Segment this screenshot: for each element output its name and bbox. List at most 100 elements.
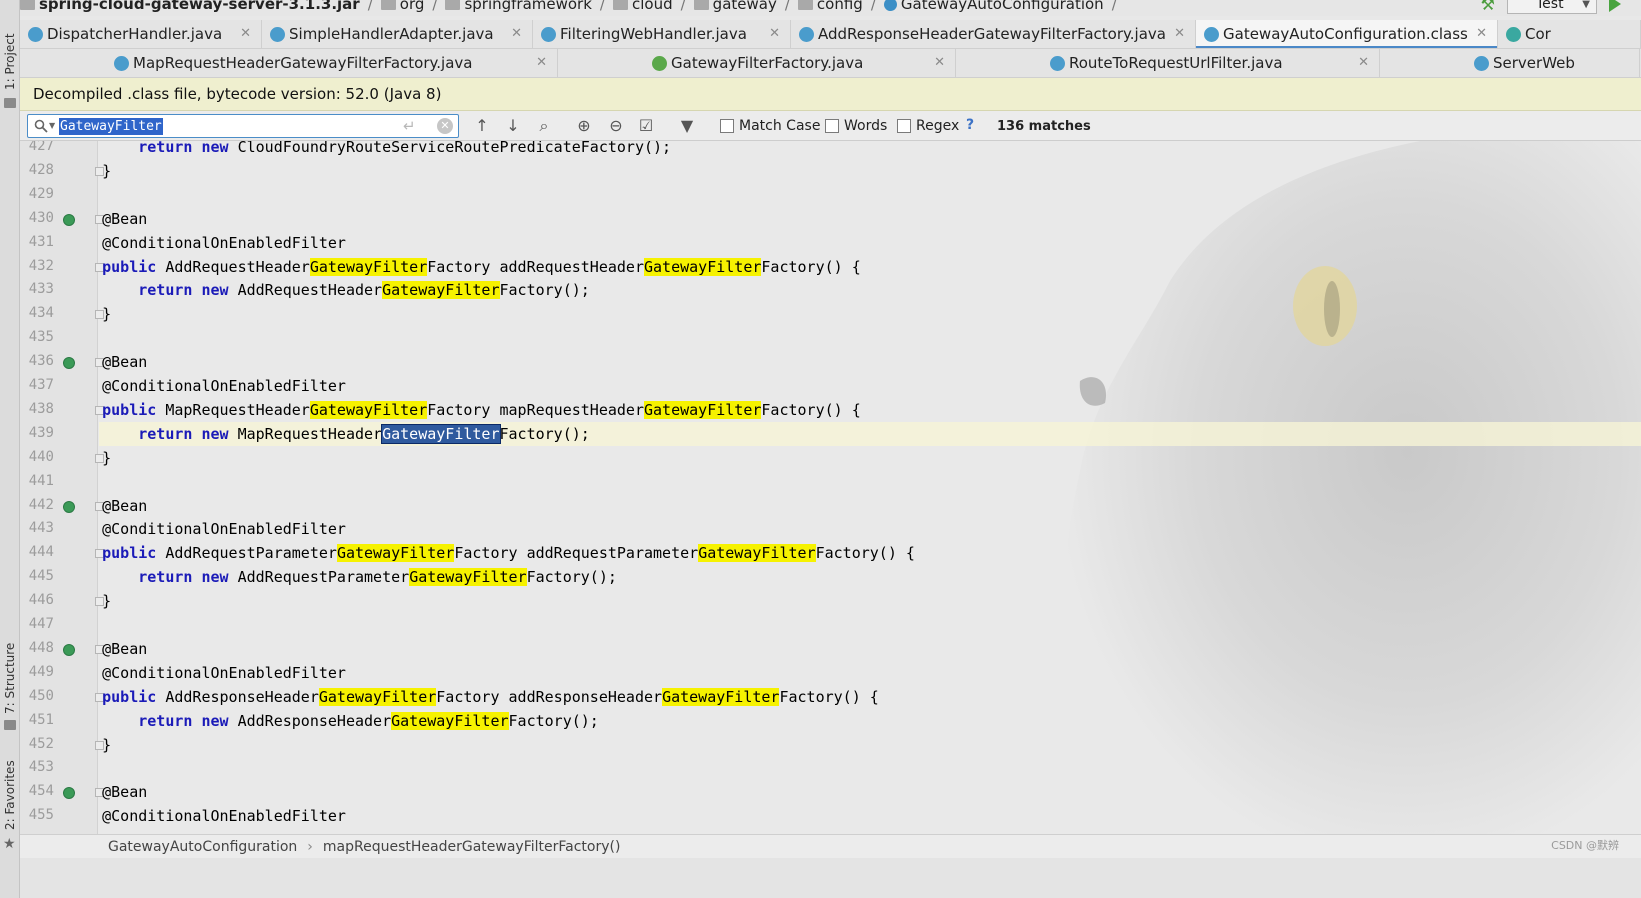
close-icon[interactable]: ✕ [511, 26, 522, 41]
close-icon[interactable]: ✕ [769, 26, 780, 41]
project-tool-tab[interactable]: 1: Project [0, 30, 20, 94]
code-text: return new CloudFoundryRouteServiceRoute… [138, 141, 672, 156]
close-icon[interactable]: ✕ [240, 26, 251, 41]
bottom-area [20, 858, 1641, 898]
search-input[interactable] [59, 117, 399, 135]
breadcrumb-separator: / [432, 0, 438, 13]
code-line[interactable] [99, 446, 1641, 470]
code-text: } [66, 305, 112, 324]
code-text: } [66, 448, 112, 467]
breadcrumb-separator: / [784, 0, 790, 13]
enter-icon[interactable]: ↵ [403, 117, 416, 135]
breadcrumb-jar-label: spring-cloud-gateway-server-3.1.3.jar [39, 0, 360, 13]
code-line[interactable] [99, 756, 1641, 780]
line-number: 436 [28, 353, 54, 370]
close-icon[interactable]: ✕ [1174, 26, 1185, 41]
breadcrumb-item-org[interactable]: org [380, 0, 424, 13]
breadcrumb-jar[interactable]: spring-cloud-gateway-server-3.1.3.jar [20, 0, 360, 13]
clear-icon[interactable]: ✕ [437, 118, 453, 134]
match-case-checkbox[interactable]: Match Case [720, 118, 820, 134]
run-configuration-select[interactable]: Test ▼ [1507, 0, 1597, 14]
regex-checkbox[interactable]: Regex [897, 118, 959, 134]
add-selection-icon[interactable]: ⊕ [573, 116, 595, 136]
line-number: 427 [28, 141, 54, 154]
line-number: 431 [28, 233, 54, 250]
close-icon[interactable]: ✕ [934, 55, 945, 70]
breadcrumb-method[interactable]: mapRequestHeaderGatewayFilterFactory() [323, 839, 621, 855]
code-text: return new AddResponseHeaderGatewayFilte… [138, 711, 599, 730]
class-file-icon [1204, 26, 1219, 42]
close-icon[interactable]: ✕ [536, 55, 547, 70]
breadcrumb-item-springframework[interactable]: springframework [445, 0, 592, 13]
code-text: public MapRequestHeaderGatewayFilterFact… [102, 400, 861, 419]
search-icon[interactable] [34, 119, 48, 133]
code-editor[interactable]: 427 428 429 430 431 432 433 434 435 436 437 438 439 4… [20, 141, 1641, 834]
words-checkbox[interactable]: Words [825, 118, 887, 134]
code-line[interactable] [99, 302, 1641, 326]
regex-box[interactable] [897, 119, 911, 133]
editor-tabs-row-1: DispatcherHandler.java ✕ SimpleHandlerAda… [20, 20, 1641, 49]
tab-filteringwebhandler[interactable]: FilteringWebHandler.java ✕ [533, 20, 791, 48]
words-box[interactable] [825, 119, 839, 133]
breadcrumb-item-gateway[interactable]: gateway [693, 0, 777, 13]
code-line[interactable] [99, 780, 1641, 804]
favorites-tool-tab[interactable]: 2: Favorites [0, 758, 20, 832]
breadcrumb-item-class[interactable]: GatewayAutoConfiguration [883, 0, 1104, 13]
line-number: 451 [28, 711, 54, 728]
code-line[interactable] [99, 470, 1641, 494]
breadcrumb-item-cloud[interactable]: cloud [612, 0, 673, 13]
tab-cor[interactable]: Cor [1498, 20, 1641, 48]
code-line[interactable] [99, 613, 1641, 637]
run-icon[interactable] [1609, 0, 1621, 12]
code-text: @Bean [66, 639, 148, 658]
class-file-icon [799, 26, 814, 42]
match-count: 136 matches [997, 119, 1091, 134]
next-occurrence-icon[interactable]: ↓ [502, 116, 524, 136]
line-number: 448 [28, 639, 54, 656]
breadcrumb-separator: › [307, 838, 313, 855]
select-all-occurrences-icon[interactable]: ☑ [635, 116, 657, 136]
tab-addresponseheadergatewayfilterfactory[interactable]: AddResponseHeaderGatewayFilterFactory.ja… [791, 20, 1196, 48]
remove-selection-icon[interactable]: ⊖ [605, 116, 627, 136]
code-line[interactable] [99, 326, 1641, 350]
line-number: 434 [28, 305, 54, 322]
code-text: @ConditionalOnEnabledFilter [66, 520, 346, 539]
annotation-file-icon [1506, 26, 1521, 42]
code-line[interactable] [99, 183, 1641, 207]
code-line[interactable] [99, 637, 1641, 661]
class-file-icon [270, 26, 285, 42]
filter-icon[interactable]: ▼ [676, 116, 698, 136]
close-icon[interactable]: ✕ [1358, 55, 1369, 70]
tab-maprequestheadergatewayfilterfactory[interactable]: MapRequestHeaderGatewayFilterFactory.jav… [20, 49, 558, 77]
match-case-box[interactable] [720, 119, 734, 133]
tab-routetorequesturlfilter[interactable]: RouteToRequestUrlFilter.java ✕ [956, 49, 1380, 77]
breadcrumb-item-config[interactable]: config [797, 0, 863, 13]
previous-occurrence-icon[interactable]: ↑ [471, 116, 493, 136]
build-hammer-icon[interactable]: ⚒ [1481, 0, 1495, 14]
code-line[interactable] [99, 494, 1641, 518]
run-configuration-label: Test [1536, 0, 1564, 12]
words-label: Words [844, 118, 888, 134]
tab-dispatcherhandler[interactable]: DispatcherHandler.java ✕ [20, 20, 262, 48]
regex-help-icon[interactable]: ? [966, 117, 974, 133]
code-text: @ConditionalOnEnabledFilter [66, 377, 346, 395]
code-line[interactable] [99, 207, 1641, 231]
breadcrumb-class[interactable]: GatewayAutoConfiguration [108, 839, 297, 855]
tab-serverweb[interactable]: ServerWeb [1380, 49, 1640, 77]
code-line[interactable] [99, 733, 1641, 757]
line-number: 432 [28, 257, 54, 274]
find-all-icon[interactable]: ⌕ [533, 116, 555, 136]
project-tool-label: 1: Project [3, 33, 17, 91]
code-line[interactable] [99, 589, 1641, 613]
tab-gatewayfilterfactory[interactable]: GatewayFilterFactory.java ✕ [558, 49, 956, 77]
close-icon[interactable]: ✕ [1476, 26, 1487, 41]
code-line[interactable] [99, 159, 1641, 183]
tab-simplehandleradapter[interactable]: SimpleHandlerAdapter.java ✕ [262, 20, 533, 48]
regex-label: Regex [916, 118, 960, 134]
chevron-down-icon: ▼ [49, 121, 56, 130]
tab-gatewayautoconfiguration[interactable]: GatewayAutoConfiguration.class ✕ [1196, 20, 1498, 48]
navigation-bar: spring-cloud-gateway-server-3.1.3.jar / … [20, 0, 1641, 16]
tab-label: GatewayFilterFactory.java [671, 54, 864, 72]
code-line[interactable] [99, 350, 1641, 374]
structure-tool-tab[interactable]: 7: Structure [0, 640, 20, 716]
